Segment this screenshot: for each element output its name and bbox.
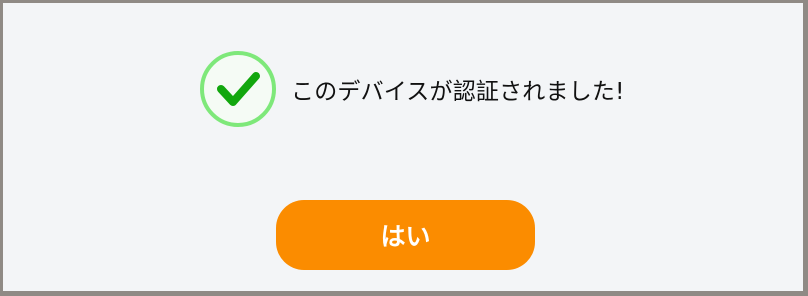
check-circle-icon [199,50,277,128]
verification-message: このデバイスが認証されました! [291,79,625,105]
verification-dialog: このデバイスが認証されました! はい [3,3,803,291]
message-row: このデバイスが認証されました! [199,48,625,130]
yes-button[interactable]: はい [276,200,535,270]
